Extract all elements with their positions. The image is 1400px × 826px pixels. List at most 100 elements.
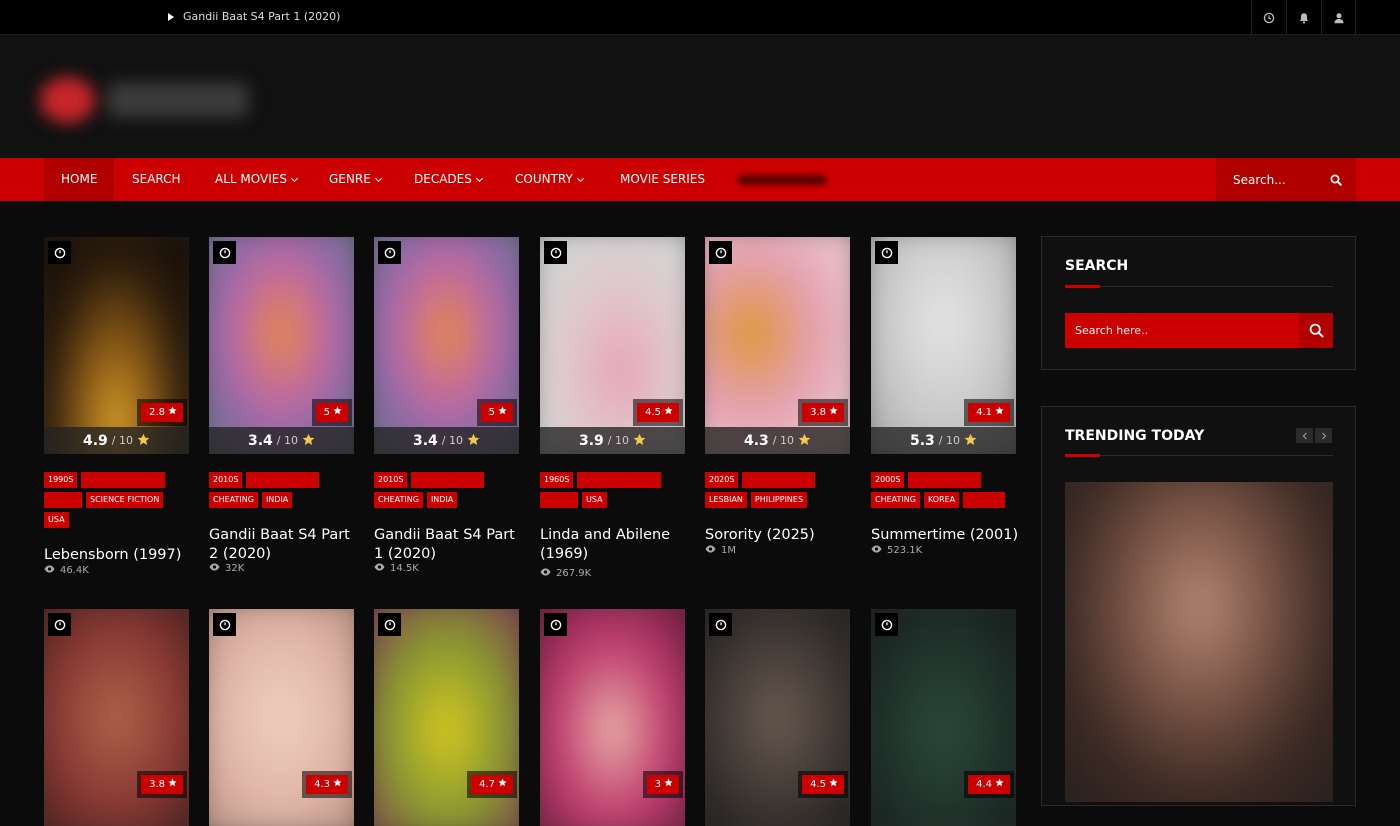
movie-card[interactable]: 3.8 4.3/ 10 2020S LESBIAN PHILIPPINES Sororit…: [705, 237, 850, 582]
star-icon: [137, 431, 150, 450]
clock-icon[interactable]: [378, 613, 401, 636]
genre-tag[interactable]: CHEATING: [209, 492, 258, 508]
movie-card[interactable]: 3.8: [44, 609, 189, 826]
trending-widget: TRENDING TODAY: [1041, 406, 1356, 806]
search-button[interactable]: [1299, 313, 1333, 348]
nav-item-search[interactable]: SEARCH: [132, 158, 181, 201]
clock-icon[interactable]: [213, 241, 236, 264]
sidebar-search-input[interactable]: [1065, 313, 1299, 348]
nav-item-decades[interactable]: DECADES: [414, 158, 483, 201]
movie-poster[interactable]: 5 3.4/ 10: [209, 237, 354, 454]
movie-card[interactable]: 4.1 5.3/ 10 2000S CHEATING KOREA Summertime (…: [871, 237, 1018, 582]
movie-title[interactable]: Lebensborn (1997): [44, 546, 194, 565]
clock-icon[interactable]: [378, 241, 401, 264]
clock-icon[interactable]: [544, 241, 567, 264]
nav-search-input[interactable]: [1216, 158, 1316, 201]
genre-tag[interactable]: [44, 492, 82, 508]
movie-poster[interactable]: 3.8 4.3/ 10: [705, 237, 850, 454]
main-nav: HOME SEARCH ALL MOVIES GENRE DECADES COU…: [0, 158, 1400, 201]
news-ticker[interactable]: Gandii Baat S4 Part 1 (2020): [168, 10, 340, 23]
genre-tag[interactable]: CHEATING: [374, 492, 423, 508]
rating-bar: 3.4/ 10: [374, 427, 519, 454]
movie-poster[interactable]: 4.3: [209, 609, 354, 826]
genre-tag[interactable]: LESBIAN: [705, 492, 747, 508]
movie-poster[interactable]: 5 3.4/ 10: [374, 237, 519, 454]
movie-card[interactable]: 4.3: [209, 609, 354, 826]
rating-badge: 3: [642, 771, 684, 798]
trending-poster[interactable]: [1065, 482, 1333, 802]
genre-tag[interactable]: CHEATING: [871, 492, 920, 508]
movie-card[interactable]: 4.5 3.9/ 10 1960S USA Linda and Abilene (196…: [540, 237, 685, 582]
ticker-text[interactable]: Gandii Baat S4 Part 1 (2020): [183, 10, 340, 23]
movie-poster[interactable]: 4.7: [374, 609, 519, 826]
nav-item-country[interactable]: COUNTRY: [515, 158, 584, 201]
genre-tag[interactable]: PHILIPPINES: [750, 492, 808, 508]
clock-icon[interactable]: [875, 241, 898, 264]
movie-title[interactable]: Sorority (2025): [705, 526, 855, 545]
search-icon[interactable]: [1316, 158, 1356, 201]
clock-icon[interactable]: [875, 613, 898, 636]
genre-tag[interactable]: 1990S: [44, 472, 78, 488]
chevron-right-icon[interactable]: [1315, 428, 1332, 443]
movie-card[interactable]: 4.5: [705, 609, 850, 826]
movie-poster[interactable]: 4.5 3.9/ 10: [540, 237, 685, 454]
top-bar: Gandii Baat S4 Part 1 (2020): [0, 0, 1400, 35]
tag-list: 2000S CHEATING KOREA: [871, 472, 1016, 508]
movie-card[interactable]: 5 3.4/ 10 2010S CHEATING INDIA Gandii Baat S4…: [374, 237, 519, 582]
clock-icon[interactable]: [213, 613, 236, 636]
genre-tag[interactable]: SCIENCE FICTION: [86, 492, 164, 508]
movie-card[interactable]: 5 3.4/ 10 2010S CHEATING INDIA Gandii Baat S4…: [209, 237, 354, 582]
clock-icon[interactable]: [544, 613, 567, 636]
genre-tag[interactable]: USA: [582, 492, 607, 508]
nav-item-movie-series[interactable]: MOVIE SERIES: [620, 158, 705, 201]
clock-icon[interactable]: [709, 241, 732, 264]
movie-poster[interactable]: 4.1 5.3/ 10: [871, 237, 1016, 454]
clock-icon[interactable]: [1251, 0, 1286, 35]
genre-tag[interactable]: [540, 492, 578, 508]
genre-tag[interactable]: 2010S: [374, 472, 408, 488]
site-logo[interactable]: [36, 65, 251, 135]
clock-icon[interactable]: [48, 613, 71, 636]
star-icon: [333, 403, 342, 422]
genre-tag[interactable]: [411, 472, 485, 488]
movie-poster[interactable]: 3: [540, 609, 685, 826]
genre-tag[interactable]: [81, 472, 166, 488]
movie-poster[interactable]: 4.4: [871, 609, 1016, 826]
widget-divider: [1065, 454, 1333, 457]
movie-poster[interactable]: 3.8: [44, 609, 189, 826]
clock-icon[interactable]: [709, 613, 732, 636]
movie-title[interactable]: Linda and Abilene (1969): [540, 526, 690, 564]
nav-item-home[interactable]: HOME: [44, 158, 115, 201]
chevron-left-icon[interactable]: [1296, 428, 1313, 443]
user-icon[interactable]: [1321, 0, 1356, 35]
nav-item-genre[interactable]: GENRE: [329, 158, 382, 201]
genre-tag[interactable]: INDIA: [261, 492, 293, 508]
genre-tag[interactable]: [963, 492, 1006, 508]
genre-tag[interactable]: USA: [44, 512, 69, 528]
movie-title[interactable]: Gandii Baat S4 Part 1 (2020): [374, 526, 524, 564]
movie-poster[interactable]: 4.5: [705, 609, 850, 826]
movie-poster[interactable]: 2.8 4.9/ 10: [44, 237, 189, 454]
genre-tag[interactable]: [246, 472, 320, 488]
clock-icon[interactable]: [48, 241, 71, 264]
movie-card[interactable]: 2.8 4.9/ 10 1990S SCIENCE FICTION USA Lebensb…: [44, 237, 189, 582]
movie-title[interactable]: Gandii Baat S4 Part 2 (2020): [209, 526, 359, 564]
bell-icon[interactable]: [1286, 0, 1321, 35]
genre-tag[interactable]: [577, 472, 662, 488]
genre-tag[interactable]: KOREA: [923, 492, 960, 508]
genre-tag[interactable]: 2000S: [871, 472, 905, 488]
genre-tag[interactable]: INDIA: [426, 492, 458, 508]
genre-tag[interactable]: 2010S: [209, 472, 243, 488]
movie-card[interactable]: 4.7: [374, 609, 519, 826]
nav-item-all-movies[interactable]: ALL MOVIES: [215, 158, 298, 201]
star-icon: [995, 775, 1004, 794]
movie-card[interactable]: 4.4: [871, 609, 1016, 826]
genre-tag[interactable]: 2020S: [705, 472, 739, 488]
nav-label: HOME: [61, 172, 98, 186]
genre-tag[interactable]: [742, 472, 816, 488]
movie-title[interactable]: Summertime (2001): [871, 526, 1021, 545]
movie-card[interactable]: 3: [540, 609, 685, 826]
nav-item-blurred[interactable]: [738, 175, 826, 185]
genre-tag[interactable]: [908, 472, 982, 488]
genre-tag[interactable]: 1960S: [540, 472, 574, 488]
